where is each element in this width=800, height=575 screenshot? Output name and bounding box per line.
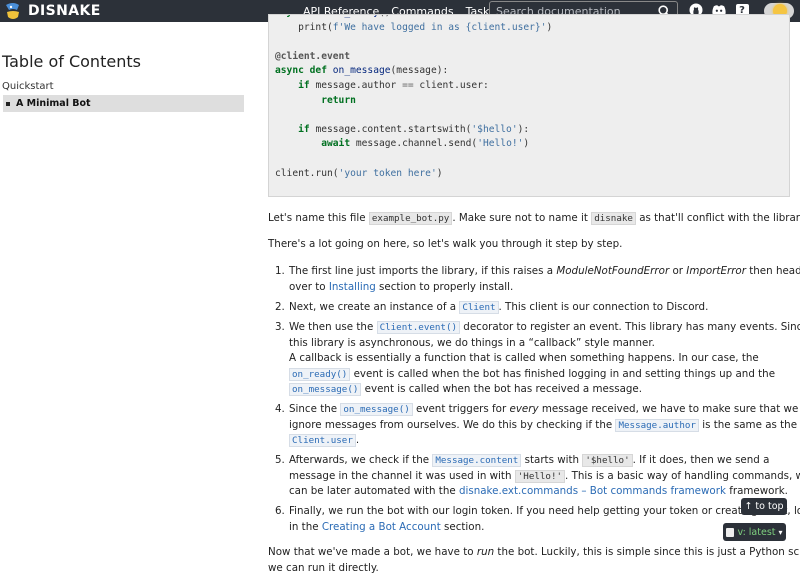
toc-item-a-minimal-bot[interactable]: A Minimal Bot [3,95,244,112]
list-number-5: 5. [275,454,285,466]
bullet-icon [6,101,10,106]
code-content: async def on_ready(): print(f'We have lo… [275,15,553,179]
inline-code-disnake: disnake [591,212,636,225]
list-item-2: Next, we create an instance of a Client.… [289,301,709,314]
paragraph-intro: There's a lot going on here, so let's wa… [268,238,623,250]
inline-code-filename: example_bot.py [368,212,453,225]
toc-item-label: A Minimal Bot [16,98,91,109]
creating-bot-account-link[interactable]: Creating a Bot Account [322,521,441,533]
list-item-4: Since the on_message() event triggers fo… [289,403,799,447]
installing-link[interactable]: Installing [329,281,376,293]
on-ready-link[interactable]: on_ready() [289,367,351,381]
book-icon [726,527,735,537]
inline-code-hello: 'Hello!' [514,469,566,483]
inline-code-hello-cmd: '$hello' [582,454,633,467]
toc-section-quickstart[interactable]: Quickstart [2,81,54,92]
list-number-1: 1. [275,265,285,277]
paragraph-filename: Let's name this file example_bot.py. Mak… [268,212,800,225]
list-item-5: Afterwards, we check if the Message.cont… [289,454,800,497]
commands-framework-link[interactable]: disnake.ext.commands – Bot commands fram… [459,485,726,497]
list-number-2: 2. [275,301,285,313]
list-number-4: 4. [275,403,285,415]
brand-name: DISNAKE [28,3,101,19]
list-number-6: 6. [275,505,285,517]
list-item-3: We then use the Client.event() decorator… [289,321,800,396]
disnake-logo-icon [6,3,19,19]
list-item-1: The first line just imports the library,… [289,265,800,293]
client-user-link[interactable]: Client.user [289,434,356,447]
message-author-link[interactable]: Message.author [615,418,699,432]
version-selector[interactable]: v: latest ▾ [723,523,786,541]
caret-down-icon: ▾ [778,527,783,537]
list-item-6: Finally, we run the bot with our login t… [289,505,800,533]
on-message-link[interactable]: on_message() [289,383,362,396]
client-event-link[interactable]: Client.event() [376,321,461,334]
on-message-link-2[interactable]: on_message() [340,403,413,416]
brand-link[interactable]: DISNAKE [3,2,101,20]
version-label: v: latest [737,526,776,538]
code-block: async def on_ready(): print(f'We have lo… [268,14,790,197]
paragraph-run: Now that we've made a bot, we have to ru… [268,546,800,574]
client-link[interactable]: Client [459,301,499,314]
message-content-link[interactable]: Message.content [432,454,522,467]
toc-title: Table of Contents [2,52,141,71]
back-to-top-button[interactable]: ↑ to top [741,498,787,515]
list-number-3: 3. [275,321,285,333]
